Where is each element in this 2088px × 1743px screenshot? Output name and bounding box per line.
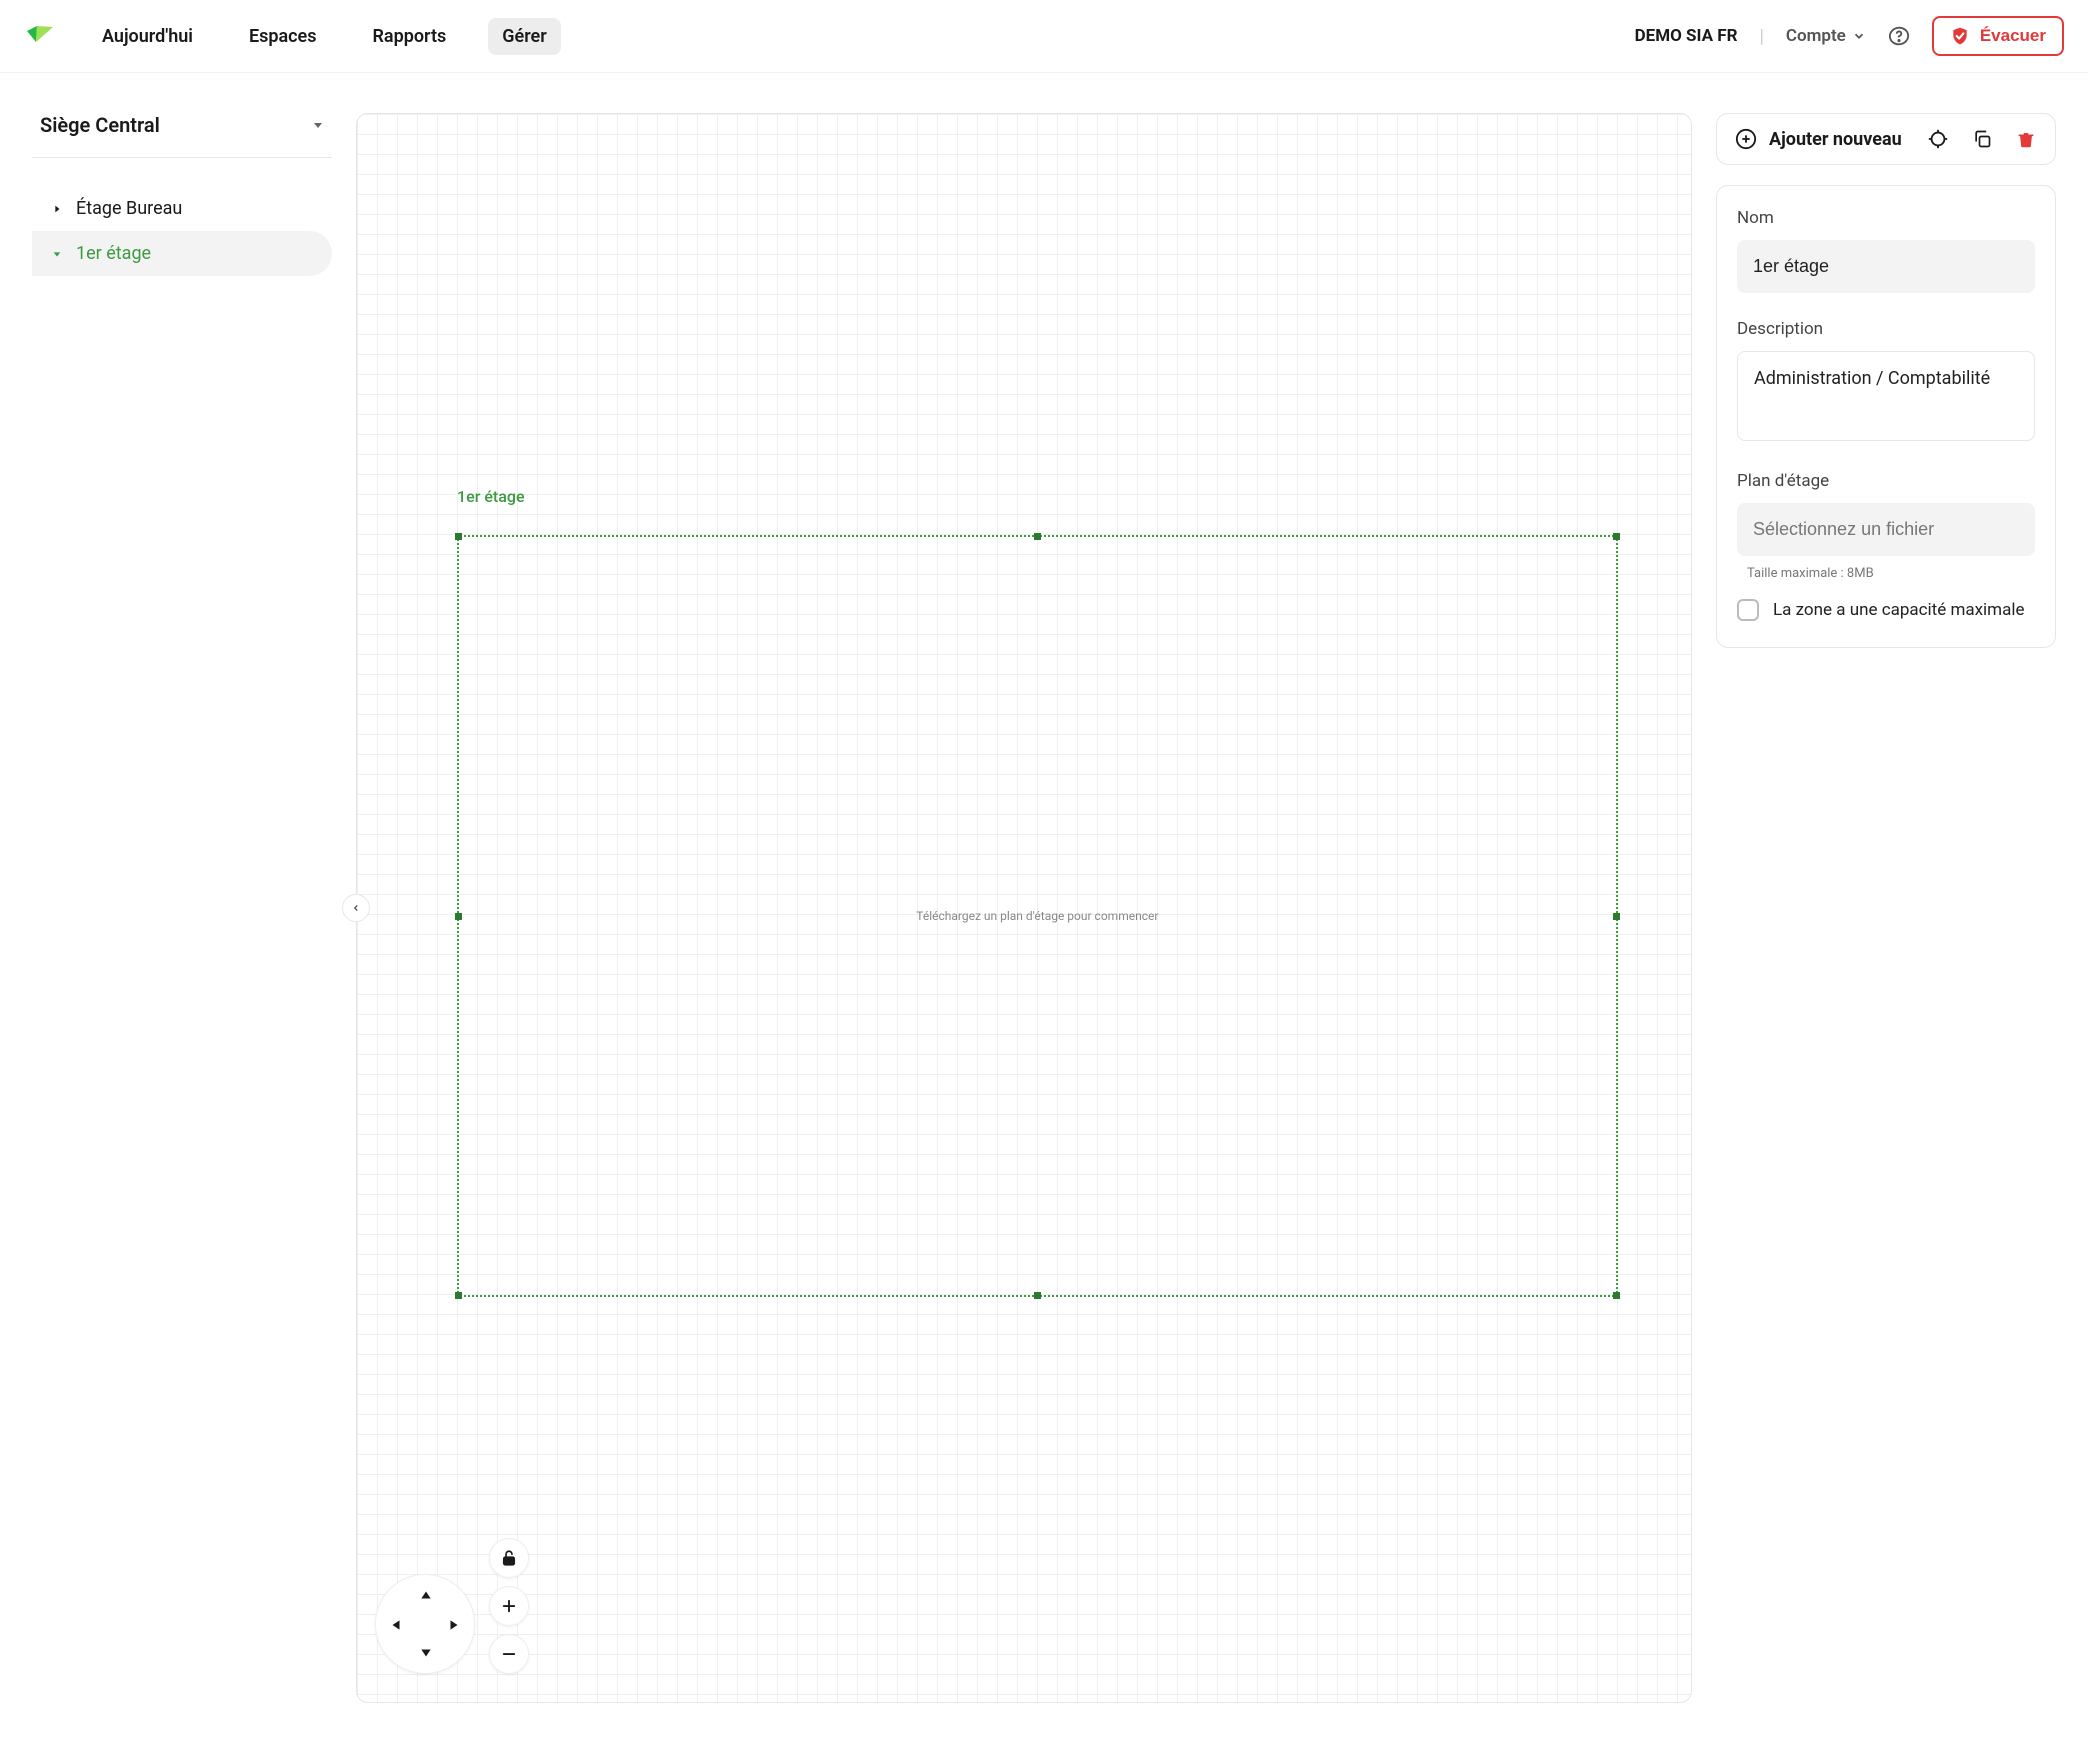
resize-handle-br[interactable]	[1613, 1292, 1620, 1299]
zone-label: 1er étage	[457, 487, 524, 506]
chevron-left-icon	[351, 903, 361, 913]
collapse-sidebar-button[interactable]	[342, 894, 370, 922]
floor-canvas[interactable]: 1er étage Téléchargez un plan d'étage po…	[356, 113, 1692, 1703]
zoom-out-button[interactable]	[489, 1634, 529, 1674]
arrow-left-icon	[389, 1617, 403, 1633]
resize-handle-bl[interactable]	[455, 1292, 462, 1299]
floor-item-etage-bureau[interactable]: Étage Bureau	[32, 186, 332, 231]
zone-rectangle[interactable]: Téléchargez un plan d'étage pour commenc…	[457, 535, 1618, 1297]
crosshair-icon	[1927, 128, 1949, 150]
account-label: Compte	[1786, 26, 1846, 46]
evacuate-button[interactable]: Évacuer	[1932, 16, 2064, 56]
pan-up-button[interactable]	[414, 1583, 438, 1607]
shield-check-icon	[1950, 26, 1970, 46]
zoom-in-button[interactable]	[489, 1586, 529, 1626]
nav-spaces[interactable]: Espaces	[235, 18, 331, 55]
copy-icon	[1972, 129, 1992, 149]
capacity-label: La zone a une capacité maximale	[1773, 600, 2024, 620]
caret-down-icon	[312, 119, 324, 131]
org-name: DEMO SIA FR	[1635, 26, 1738, 46]
evacuate-label: Évacuer	[1980, 26, 2046, 46]
pan-control	[375, 1574, 475, 1674]
upload-hint: Téléchargez un plan d'étage pour commenc…	[916, 909, 1158, 923]
chevron-down-icon	[1852, 29, 1866, 43]
duplicate-button[interactable]	[1971, 128, 1993, 150]
nav-today[interactable]: Aujourd'hui	[88, 18, 207, 55]
account-dropdown[interactable]: Compte	[1786, 26, 1866, 46]
help-icon[interactable]	[1888, 25, 1910, 47]
building-name: Siège Central	[40, 113, 160, 137]
floor-item-1er-etage[interactable]: 1er étage	[32, 231, 332, 276]
pan-down-button[interactable]	[414, 1641, 438, 1665]
add-new-button[interactable]: Ajouter nouveau	[1735, 128, 1905, 150]
arrow-right-icon	[447, 1617, 461, 1633]
pan-left-button[interactable]	[384, 1613, 408, 1637]
resize-handle-ml[interactable]	[455, 913, 462, 920]
nav-reports[interactable]: Rapports	[359, 18, 461, 55]
delete-button[interactable]	[2015, 128, 2037, 150]
resize-handle-tl[interactable]	[455, 533, 462, 540]
floor-label: 1er étage	[76, 243, 151, 264]
name-input[interactable]	[1737, 240, 2035, 293]
lock-button[interactable]	[489, 1538, 529, 1578]
resize-handle-mr[interactable]	[1613, 913, 1620, 920]
caret-down-icon	[52, 249, 64, 259]
center-button[interactable]	[1927, 128, 1949, 150]
caret-right-icon	[52, 204, 64, 214]
resize-handle-bm[interactable]	[1034, 1292, 1041, 1299]
floor-label: Étage Bureau	[76, 198, 182, 219]
plus-circle-icon	[1735, 128, 1757, 150]
brand-logo[interactable]	[24, 20, 56, 52]
description-textarea[interactable]	[1737, 351, 2035, 441]
capacity-checkbox[interactable]	[1737, 599, 1759, 621]
resize-handle-tm[interactable]	[1034, 533, 1041, 540]
pan-right-button[interactable]	[442, 1613, 466, 1637]
building-select[interactable]: Siège Central	[32, 113, 332, 158]
name-field-label: Nom	[1737, 208, 2035, 228]
plus-icon	[500, 1597, 518, 1615]
nav-manage[interactable]: Gérer	[488, 18, 560, 55]
unlock-icon	[500, 1549, 518, 1567]
arrow-down-icon	[418, 1646, 434, 1660]
description-field-label: Description	[1737, 319, 2035, 339]
resize-handle-tr[interactable]	[1613, 533, 1620, 540]
trash-icon	[2017, 129, 2035, 149]
file-size-hint: Taille maximale : 8MB	[1747, 566, 2035, 581]
minus-icon	[500, 1645, 518, 1663]
floorplan-field-label: Plan d'étage	[1737, 471, 2035, 491]
arrow-up-icon	[418, 1588, 434, 1602]
file-select-button[interactable]: Sélectionnez un fichier	[1737, 503, 2035, 556]
separator: |	[1759, 26, 1763, 47]
add-new-label: Ajouter nouveau	[1769, 129, 1902, 150]
